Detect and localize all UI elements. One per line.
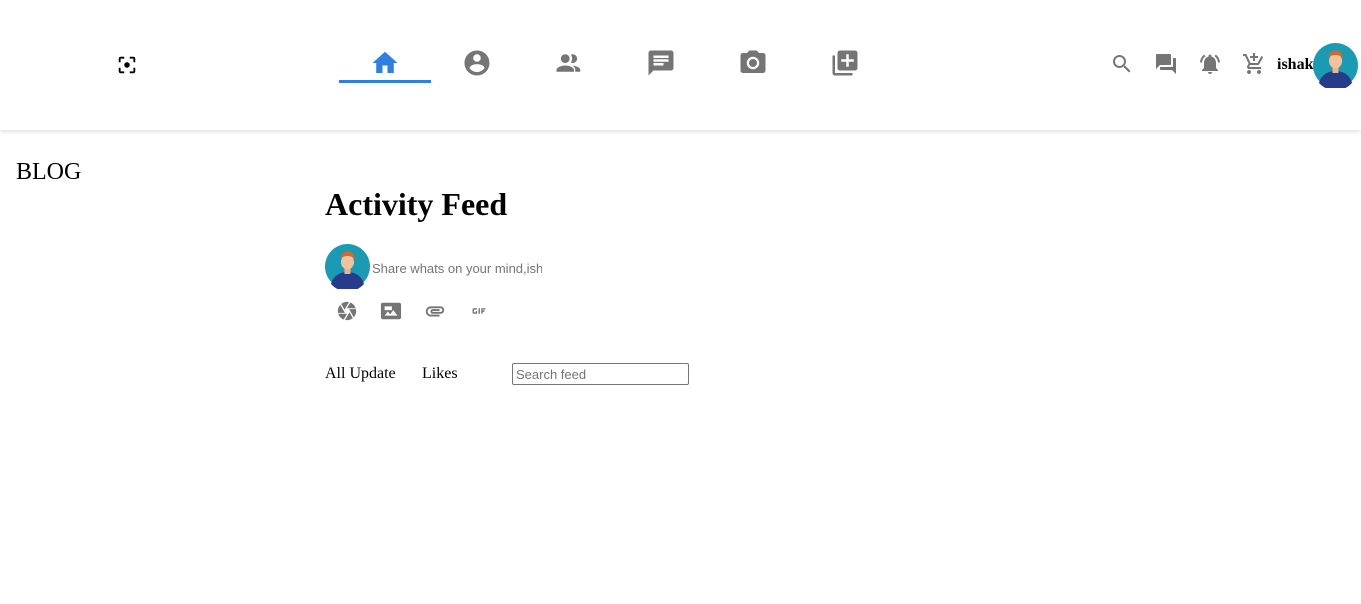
tab-all-update[interactable]: All Update bbox=[325, 365, 396, 383]
main-nav bbox=[339, 42, 891, 84]
add-photo-button[interactable] bbox=[336, 300, 380, 322]
avatar bbox=[325, 244, 370, 292]
camera-icon bbox=[740, 50, 766, 73]
image-icon bbox=[380, 302, 402, 320]
cart-button[interactable] bbox=[1232, 52, 1276, 78]
header-actions bbox=[1100, 52, 1276, 78]
top-navbar: ishak bbox=[0, 0, 1361, 130]
gif-icon bbox=[472, 308, 486, 314]
add-image-button[interactable] bbox=[380, 300, 424, 322]
add-attachment-button[interactable] bbox=[424, 300, 468, 322]
nav-profile[interactable] bbox=[431, 42, 523, 84]
camera-aperture-icon bbox=[337, 301, 357, 321]
add-gif-button[interactable] bbox=[468, 300, 512, 322]
sidebar-title: BLOG bbox=[16, 159, 82, 185]
tab-likes[interactable]: Likes bbox=[422, 365, 458, 383]
nav-create[interactable] bbox=[799, 42, 891, 84]
notifications-icon bbox=[1200, 54, 1220, 74]
nav-messages[interactable] bbox=[615, 42, 707, 84]
people-icon bbox=[556, 54, 581, 72]
add-box-icon bbox=[832, 50, 858, 76]
add-shopping-cart-icon bbox=[1243, 53, 1264, 74]
post-toolbar bbox=[336, 300, 512, 322]
notifications-button[interactable] bbox=[1188, 52, 1232, 78]
search-button[interactable] bbox=[1100, 52, 1144, 78]
account-circle-icon bbox=[464, 50, 490, 76]
post-input[interactable] bbox=[372, 258, 542, 278]
home-icon bbox=[372, 51, 398, 73]
search-icon bbox=[1113, 55, 1131, 73]
attachment-icon bbox=[425, 306, 445, 317]
forum-icon bbox=[1156, 54, 1176, 74]
messages-button[interactable] bbox=[1144, 52, 1188, 78]
nav-friends[interactable] bbox=[523, 42, 615, 84]
avatar[interactable] bbox=[1313, 43, 1358, 91]
center-focus-icon[interactable] bbox=[116, 54, 138, 76]
nav-photos[interactable] bbox=[707, 42, 799, 84]
username-label[interactable]: ishak bbox=[1277, 56, 1313, 74]
nav-home[interactable] bbox=[339, 42, 431, 84]
search-feed-input[interactable] bbox=[512, 363, 689, 385]
chat-icon bbox=[648, 50, 674, 76]
page-title: Activity Feed bbox=[325, 186, 508, 222]
